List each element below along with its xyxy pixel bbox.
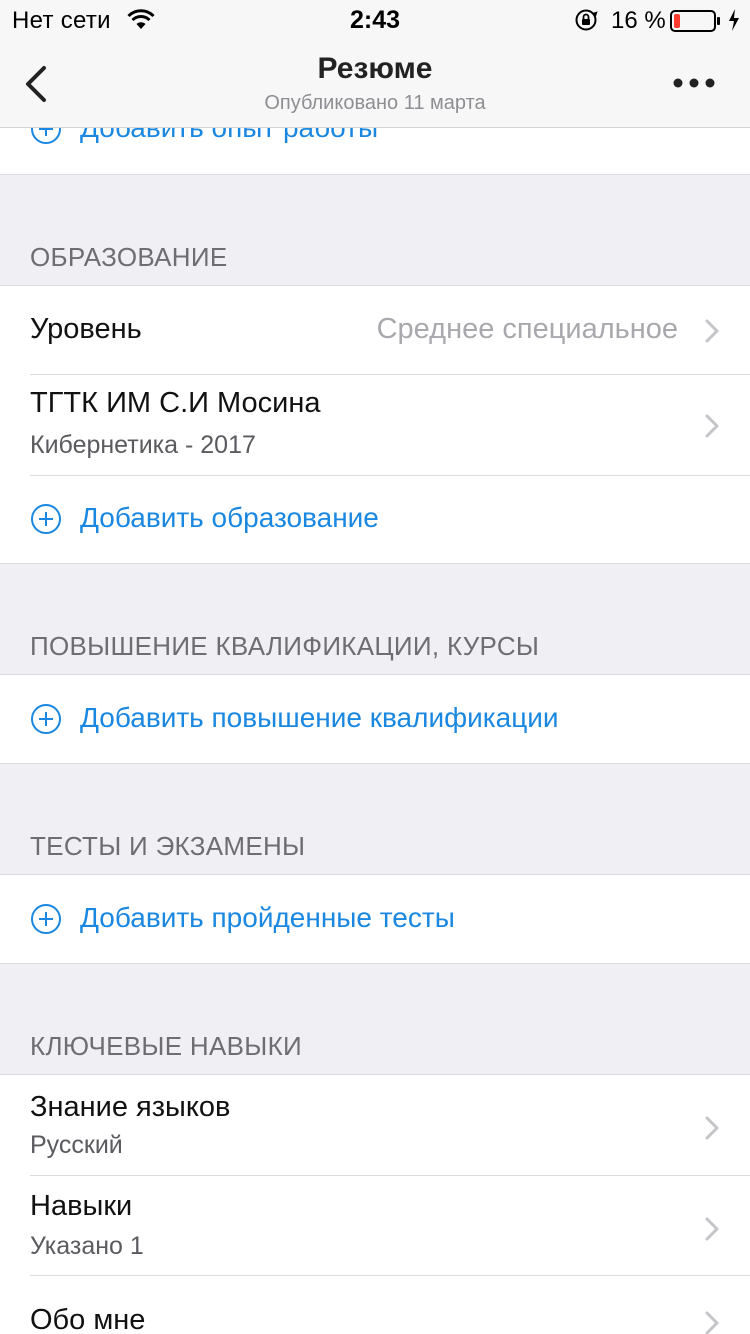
skills-value: Указано 1 [30, 1232, 144, 1260]
add-tests-label: Добавить пройденные тесты [80, 902, 455, 933]
education-header: ОБРАЗОВАНИЕ [30, 242, 228, 272]
plus-circle-icon [30, 503, 62, 540]
education-level-value: Среднее специальное [376, 313, 678, 345]
more-options-icon[interactable] [672, 76, 716, 94]
add-education-label: Добавить образование [80, 502, 379, 533]
about-row[interactable]: Обо мне [0, 1276, 750, 1334]
institution-detail: Кибернетика - 2017 [30, 431, 256, 459]
add-courses-row[interactable]: Добавить повышение квалификации [0, 675, 750, 763]
courses-block: Добавить повышение квалификации [0, 674, 750, 764]
plus-circle-icon [30, 903, 62, 940]
institution-name: ТГТК ИМ С.И Мосина [30, 387, 321, 419]
resume-content: Добавить опыт работы ОБРАЗОВАНИЕ Уровень… [0, 0, 750, 1334]
chevron-right-icon [704, 413, 720, 444]
orientation-lock-icon [574, 8, 598, 39]
about-label: Обо мне [30, 1304, 146, 1334]
page-subtitle: Опубликовано 11 марта [264, 92, 486, 114]
add-education-row[interactable]: Добавить образование [0, 475, 750, 563]
status-bar: Нет сети 2:43 16 % [0, 0, 750, 40]
education-level-label: Уровень [30, 313, 142, 345]
chevron-right-icon [704, 318, 720, 349]
languages-label: Знание языков [30, 1091, 231, 1123]
add-tests-row[interactable]: Добавить пройденные тесты [0, 875, 750, 963]
page-title: Резюме [317, 52, 433, 85]
tests-block: Добавить пройденные тесты [0, 874, 750, 964]
chevron-right-icon [704, 1216, 720, 1247]
battery-percent-text: 16 % [611, 7, 666, 34]
chevron-right-icon [704, 1115, 720, 1146]
institution-row[interactable]: ТГТК ИМ С.И Мосина Кибернетика - 2017 [0, 375, 750, 475]
charging-bolt-icon [728, 9, 740, 38]
chevron-right-icon [704, 1310, 720, 1334]
skills-block: Знание языков Русский Навыки Указано 1 О… [0, 1074, 750, 1334]
skills-row[interactable]: Навыки Указано 1 [0, 1176, 750, 1275]
education-block: Уровень Среднее специальное ТГТК ИМ С.И … [0, 285, 750, 564]
languages-row[interactable]: Знание языков Русский [0, 1075, 750, 1175]
skills-label: Навыки [30, 1190, 133, 1222]
add-courses-label: Добавить повышение квалификации [80, 702, 559, 733]
tests-header: ТЕСТЫ И ЭКЗАМЕНЫ [30, 831, 306, 861]
battery-icon [670, 9, 722, 40]
education-level-row[interactable]: Уровень Среднее специальное [0, 286, 750, 374]
plus-circle-icon [30, 703, 62, 740]
navigation-bar: Резюме Опубликовано 11 марта [0, 40, 750, 128]
courses-header: ПОВЫШЕНИЕ КВАЛИФИКАЦИИ, КУРСЫ [30, 631, 540, 661]
skills-header: КЛЮЧЕВЫЕ НАВЫКИ [30, 1031, 303, 1061]
languages-value: Русский [30, 1131, 123, 1159]
